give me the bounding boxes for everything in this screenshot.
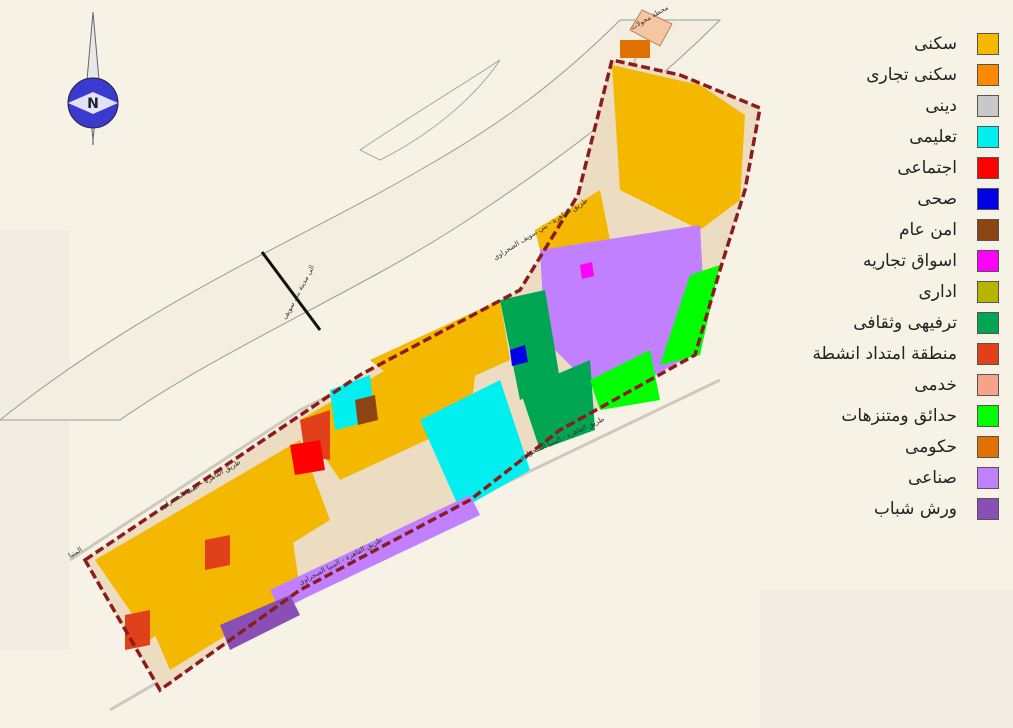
legend-item: سكنى: [914, 30, 999, 58]
legend-item: منطقة امتداد انشطة: [812, 340, 999, 368]
legend-swatch: [977, 343, 999, 365]
legend-swatch: [977, 498, 999, 520]
legend-item: ورش شباب: [874, 495, 999, 523]
legend-swatch: [977, 219, 999, 241]
legend-swatch: [977, 405, 999, 427]
context-right: [760, 590, 1013, 728]
legend-item: اجتماعى: [897, 154, 999, 182]
legend-swatch: [977, 312, 999, 334]
legend-label: ادارى: [918, 282, 957, 302]
legend-swatch: [977, 467, 999, 489]
legend-label: حكومى: [905, 437, 957, 457]
legend-label: خدمى: [914, 375, 957, 395]
legend-item: اسواق تجاريه: [863, 247, 999, 275]
legend-swatch: [977, 33, 999, 55]
legend-label: حدائق ومتنزهات: [841, 406, 957, 426]
legend-swatch: [977, 436, 999, 458]
legend-label: منطقة امتداد انشطة: [812, 344, 957, 364]
legend-item: تعليمى: [909, 123, 999, 151]
legend-swatch: [977, 188, 999, 210]
legend-item: حكومى: [905, 433, 999, 461]
legend-label: امن عام: [898, 220, 957, 240]
legend-swatch: [977, 126, 999, 148]
legend-swatch: [977, 374, 999, 396]
legend-label: سكنى: [914, 34, 957, 54]
legend-item: دينى: [925, 92, 999, 120]
legend-item: صحى: [917, 185, 999, 213]
legend-item: امن عام: [899, 216, 999, 244]
legend-item: صناعى: [908, 464, 999, 492]
legend-label: اجتماعى: [897, 158, 957, 178]
legend-label: تعليمى: [909, 127, 957, 147]
compass-letter: N: [87, 96, 99, 112]
legend-item: خدمى: [914, 371, 999, 399]
legend-swatch: [977, 281, 999, 303]
legend-label: سكنى تجارى: [866, 65, 957, 85]
legend-label: ورش شباب: [873, 499, 957, 519]
legend-label: ترفيهى وثقافى: [853, 313, 957, 333]
legend-swatch: [977, 95, 999, 117]
legend-item: سكنى تجارى: [866, 61, 999, 89]
legend-swatch: [977, 157, 999, 179]
context-left: [0, 230, 70, 650]
legend-label: صحى: [917, 189, 957, 209]
legend-swatch: [977, 250, 999, 272]
legend-item: ترفيهى وثقافى: [853, 309, 999, 337]
legend-label: صناعى: [907, 468, 957, 488]
legend-item: ادارى: [918, 278, 999, 306]
legend-item: حدائق ومتنزهات: [841, 402, 999, 430]
legend-label: دينى: [925, 96, 957, 116]
legend-label: اسواق تجاريه: [862, 251, 957, 271]
legend-swatch: [977, 64, 999, 86]
